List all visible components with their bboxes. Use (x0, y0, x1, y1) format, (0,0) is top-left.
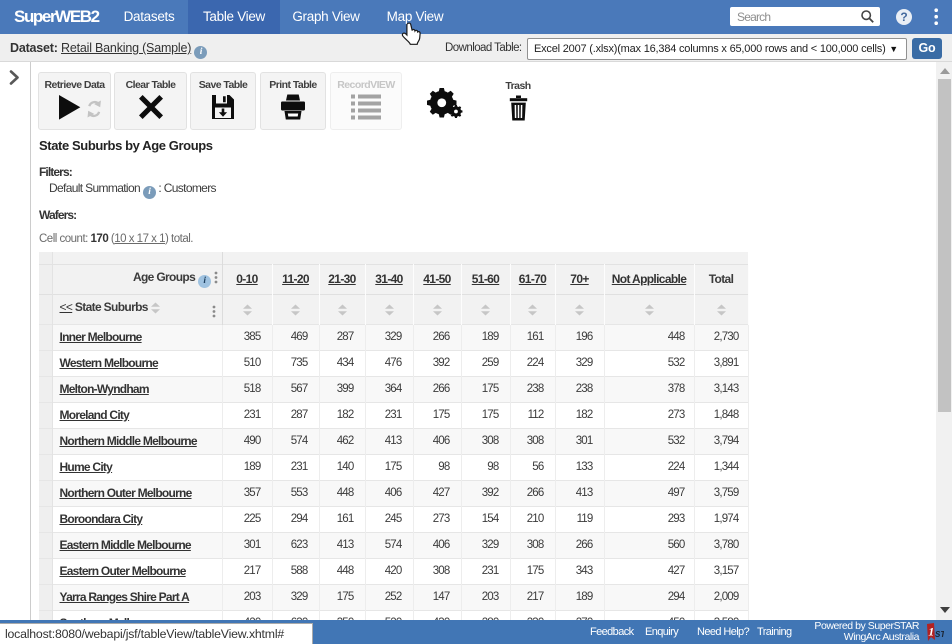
svg-text:1: 1 (928, 625, 934, 639)
svg-text:ST: ST (935, 630, 944, 639)
